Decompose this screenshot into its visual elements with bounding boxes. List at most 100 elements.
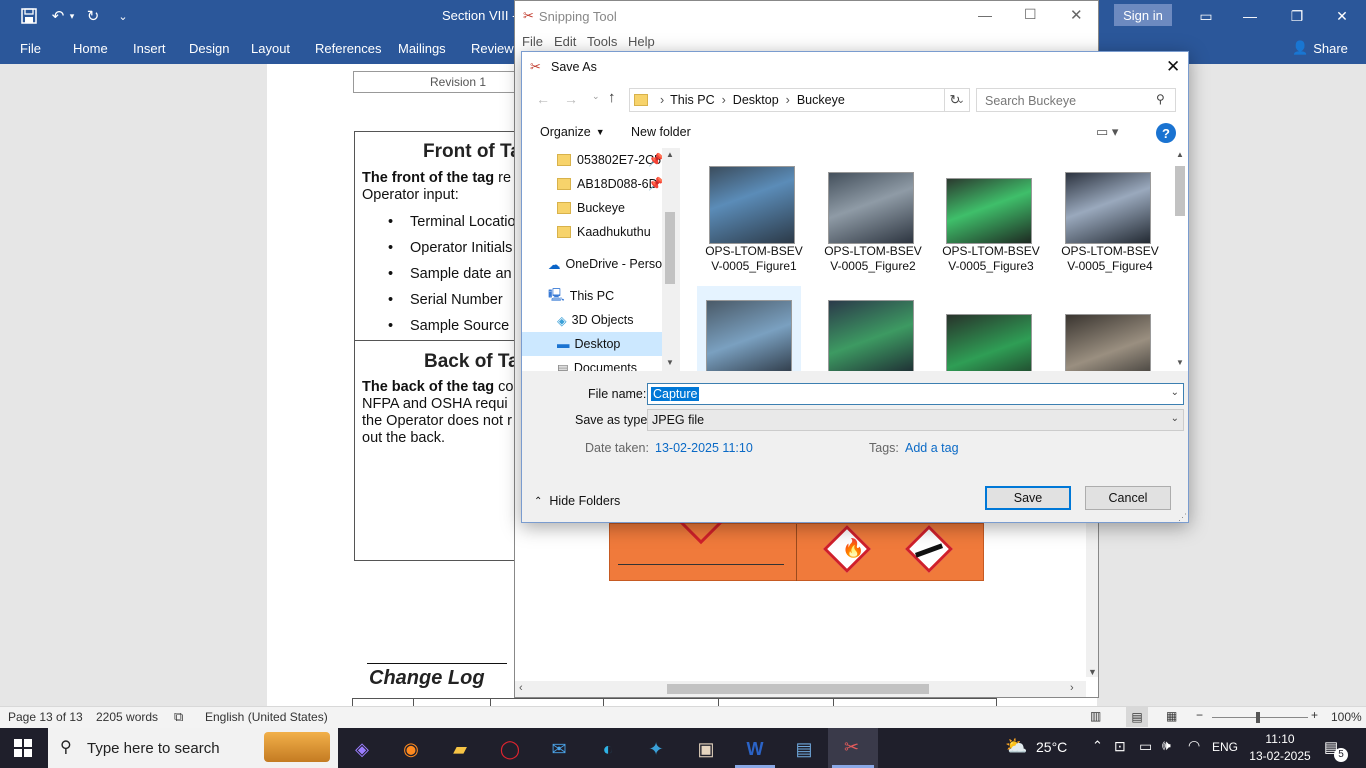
help-icon[interactable]: ? [1156,123,1176,143]
refresh-icon[interactable]: ↻ [944,88,965,112]
recent-locations-icon[interactable]: ⌄ [592,91,600,102]
minimize-icon[interactable]: — [1236,6,1264,26]
tab-references[interactable]: References [315,41,381,56]
language-status[interactable]: English (United States) [205,710,328,724]
cancel-button[interactable]: Cancel [1085,486,1171,510]
ribbon-display-icon[interactable]: ▭ [1192,6,1220,26]
snip-close-icon[interactable]: ✕ [1070,6,1083,24]
snip-minimize-icon[interactable]: — [978,7,992,23]
snip-menu-edit[interactable]: Edit [554,34,576,49]
wifi-icon[interactable]: ◠ [1188,737,1200,754]
clock-time[interactable]: 11:10 [1252,732,1308,746]
nav-item-buckeye[interactable]: Buckeye [522,196,662,220]
nav-item-this-pc[interactable]: 🖳 This PC [522,284,662,308]
app-icon-3[interactable]: ▤ [784,733,824,765]
tab-layout[interactable]: Layout [251,41,290,56]
print-layout-icon[interactable]: ▤ [1126,707,1148,727]
tab-file[interactable]: File [20,41,41,56]
tab-insert[interactable]: Insert [133,41,166,56]
zoom-slider[interactable] [1212,717,1308,718]
up-arrow-icon[interactable]: ↑ [608,89,616,106]
resize-grip-icon[interactable]: ⋰ [1178,512,1187,523]
edge-icon[interactable]: ◐ [588,733,628,765]
file-name-dropdown-icon[interactable]: ⌄ [1171,387,1179,398]
page-count[interactable]: Page 13 of 13 [8,710,83,724]
snip-menu-help[interactable]: Help [628,34,655,49]
breadcrumb[interactable]: › This PC › Desktop › Buckeye ⌄ [629,88,970,112]
start-icon[interactable] [14,739,32,757]
file-item[interactable]: OPS-LTOM-BSEV V-0005_Figure4 [1051,152,1169,274]
nav-item-053802e7[interactable]: 053802E7-2C5 📌 [522,148,662,172]
breadcrumb-this-pc[interactable]: This PC [670,93,714,107]
save-button[interactable]: Save [985,486,1071,510]
zoom-level[interactable]: 100% [1331,710,1362,724]
file-item[interactable]: OPS-LTOM-BSEV V-0005_Figure1 [695,152,813,274]
zoom-in-icon[interactable]: + [1311,708,1318,722]
file-item[interactable] [828,300,914,371]
file-item[interactable]: OPS-LTOM-BSEV V-0005_Figure2 [814,152,932,274]
snip-menu-file[interactable]: File [522,34,543,49]
battery-icon[interactable]: ▭ [1139,738,1152,755]
zoom-out-icon[interactable]: − [1196,708,1203,722]
read-mode-icon[interactable]: ▥ [1090,709,1101,723]
app-icon-2[interactable]: ▣ [686,733,726,765]
clock-date[interactable]: 13-02-2025 [1246,749,1314,763]
nav-item-desktop[interactable]: ▬ Desktop [522,332,662,356]
firefox-icon[interactable]: ◉ [391,733,431,765]
volume-icon[interactable]: 🕪 [1162,737,1171,754]
share-button[interactable]: 👤 Share [1292,40,1348,56]
chevron-up-icon[interactable]: ⌃ [1092,738,1103,754]
search-icon[interactable]: ⚲ [1156,92,1165,106]
nav-item-onedrive[interactable]: ☁ OneDrive - Person [522,252,662,276]
restore-icon[interactable]: ❐ [1283,6,1311,26]
tab-home[interactable]: Home [73,41,108,56]
file-list-scroll-thumb[interactable] [1175,166,1185,216]
add-tag-link[interactable]: Add a tag [905,441,959,455]
view-options-icon[interactable]: ▭ ▾ [1096,124,1118,140]
redo-icon[interactable]: ↻ [82,6,104,26]
snipping-tool-taskbar-button[interactable]: ✂ [828,728,878,768]
back-arrow-icon[interactable]: ← [536,91,550,107]
nav-item-documents[interactable]: ▤ Documents [522,356,662,371]
file-name-input[interactable]: Capture ⌄ [647,383,1184,405]
file-list-scrollbar[interactable]: ▲ ▼ [1172,148,1188,371]
file-item[interactable] [697,286,801,371]
mail-icon[interactable]: ✉ [539,733,579,765]
taskbar-search-box[interactable]: ⚲ Type here to search [48,728,338,768]
nav-scroll-thumb[interactable] [665,212,675,284]
app-icon[interactable]: ✦ [636,733,676,765]
dialog-close-icon[interactable]: ✕ [1166,57,1180,77]
undo-dropdown-icon[interactable]: ▾ [66,6,78,26]
proofing-icon[interactable]: ⧉ [174,709,183,725]
close-icon[interactable]: ✕ [1328,6,1356,26]
save-type-select[interactable]: JPEG file ⌄ [647,409,1184,431]
breadcrumb-desktop[interactable]: Desktop [733,93,779,107]
temperature[interactable]: 25°C [1036,739,1067,755]
nav-item-kaadhukuthu[interactable]: Kaadhukuthu [522,220,662,244]
organize-button[interactable]: Organize ▼ [540,125,605,139]
nav-item-ab18d088[interactable]: AB18D088-6D 📌 [522,172,662,196]
meet-now-icon[interactable]: ⊡ [1114,738,1126,755]
sign-in-button[interactable]: Sign in [1114,4,1172,26]
file-explorer-icon[interactable]: ▰ [440,733,480,765]
zoom-slider-thumb[interactable] [1256,712,1260,723]
weather-icon[interactable]: ⛅ [1005,736,1027,757]
nav-scrollbar[interactable]: ▲ ▼ [662,148,678,371]
copilot-icon[interactable]: ◈ [342,733,382,765]
input-language[interactable]: ENG [1212,740,1238,754]
forward-arrow-icon[interactable]: → [564,91,578,107]
word-count[interactable]: 2205 words [96,710,158,724]
snip-menu-tools[interactable]: Tools [587,34,617,49]
file-item[interactable] [946,314,1032,371]
file-item[interactable]: OPS-LTOM-BSEV V-0005_Figure3 [932,152,1050,274]
snip-horizontal-scrollbar[interactable]: ‹ › [515,681,1086,697]
save-icon[interactable] [18,6,40,26]
breadcrumb-buckeye[interactable]: Buckeye [797,93,845,107]
snip-scroll-thumb[interactable] [667,684,929,694]
date-taken-value[interactable]: 13-02-2025 11:10 [655,441,753,455]
hide-folders-button[interactable]: ⌃ Hide Folders [534,494,620,508]
new-folder-button[interactable]: New folder [631,125,691,139]
tab-review[interactable]: Review [471,41,514,56]
tab-mailings[interactable]: Mailings [398,41,446,56]
file-item[interactable] [1065,314,1151,371]
